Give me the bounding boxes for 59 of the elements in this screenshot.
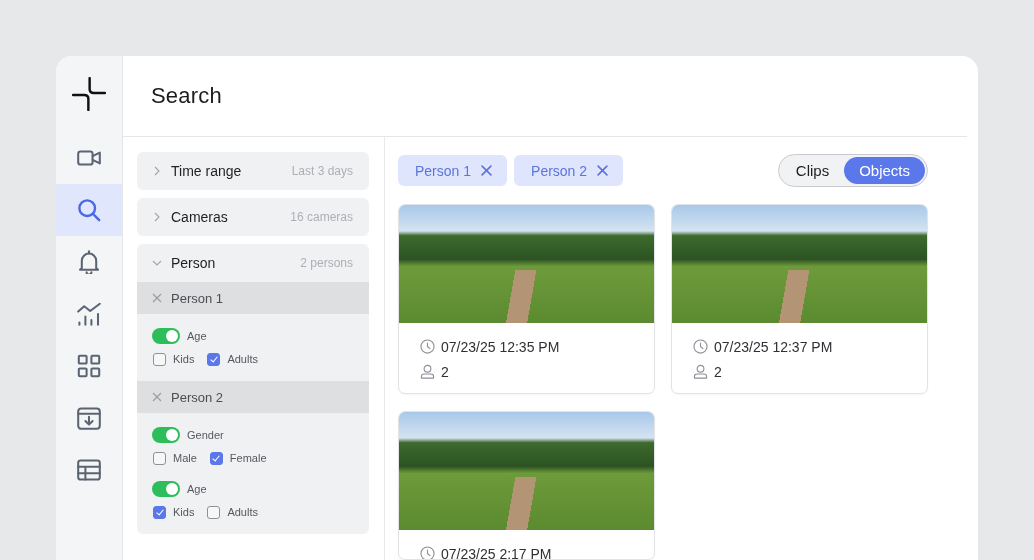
checkbox[interactable] (153, 451, 166, 465)
chevron-icon[interactable] (152, 258, 162, 268)
chart-icon (77, 302, 101, 326)
timestamp: 07/23/25 2:17 PM (441, 545, 552, 559)
chip-label: Person 1 (415, 162, 472, 179)
archive-download-icon (77, 406, 101, 430)
person-icon (693, 364, 708, 379)
chip-label: Person 2 (531, 162, 588, 179)
filter-summary: 16 cameras (290, 210, 353, 224)
option-label: Kids (173, 506, 195, 518)
close-icon[interactable] (152, 293, 162, 303)
attribute-label: Gender (187, 429, 224, 441)
option-label: Adults (227, 506, 258, 518)
checkbox[interactable] (207, 505, 221, 519)
result-card[interactable]: 07/23/25 12:35 PM 2 (398, 204, 655, 394)
toggle-switch[interactable] (152, 328, 180, 344)
person-icon (420, 364, 435, 379)
option-label: Adults (227, 353, 258, 365)
toggle-switch[interactable] (152, 481, 180, 497)
filter-summary: Last 3 days (291, 164, 353, 178)
filter-label: Person (171, 255, 216, 271)
filter-label: Time range (171, 163, 242, 179)
option-label: Female (229, 452, 267, 464)
close-icon[interactable] (152, 392, 162, 402)
chevron-icon[interactable] (152, 212, 162, 222)
bell-icon (77, 250, 101, 274)
attribute-label: Age (187, 483, 207, 495)
clock-icon (420, 546, 435, 559)
attribute-label: Age (187, 330, 207, 342)
option-label: Male (173, 452, 197, 464)
page-title: Search (151, 83, 222, 109)
checkbox[interactable] (153, 352, 166, 366)
checkbox[interactable] (207, 352, 221, 366)
nav-button[interactable] (56, 184, 122, 236)
result-card[interactable]: 07/23/25 2:17 PM (398, 411, 655, 560)
chevron-icon[interactable] (152, 166, 162, 176)
filter-summary: 2 persons (300, 256, 353, 270)
close-icon[interactable] (481, 165, 493, 176)
table-icon (77, 458, 101, 482)
toggle-switch[interactable] (152, 427, 180, 443)
person-label: Person 1 (171, 290, 224, 306)
person-count: 2 (441, 363, 449, 380)
filter-label: Cameras (171, 209, 228, 225)
option-label: Kids (173, 353, 195, 365)
close-icon[interactable] (597, 165, 609, 176)
checkbox[interactable] (209, 451, 223, 465)
person-label: Person 2 (171, 389, 224, 405)
cross-logo-icon[interactable] (72, 77, 106, 111)
segment-button[interactable]: Clips (780, 157, 845, 184)
grid-icon (77, 354, 101, 378)
clock-icon (420, 339, 435, 354)
timestamp: 07/23/25 12:37 PM (714, 338, 833, 355)
clock-icon (693, 339, 708, 354)
search-icon (77, 198, 101, 222)
segment-button[interactable]: Objects (844, 157, 925, 184)
person-count: 2 (714, 363, 722, 380)
result-card[interactable]: 07/23/25 12:37 PM 2 (671, 204, 928, 394)
checkbox[interactable] (153, 505, 166, 519)
timestamp: 07/23/25 12:35 PM (441, 338, 560, 355)
